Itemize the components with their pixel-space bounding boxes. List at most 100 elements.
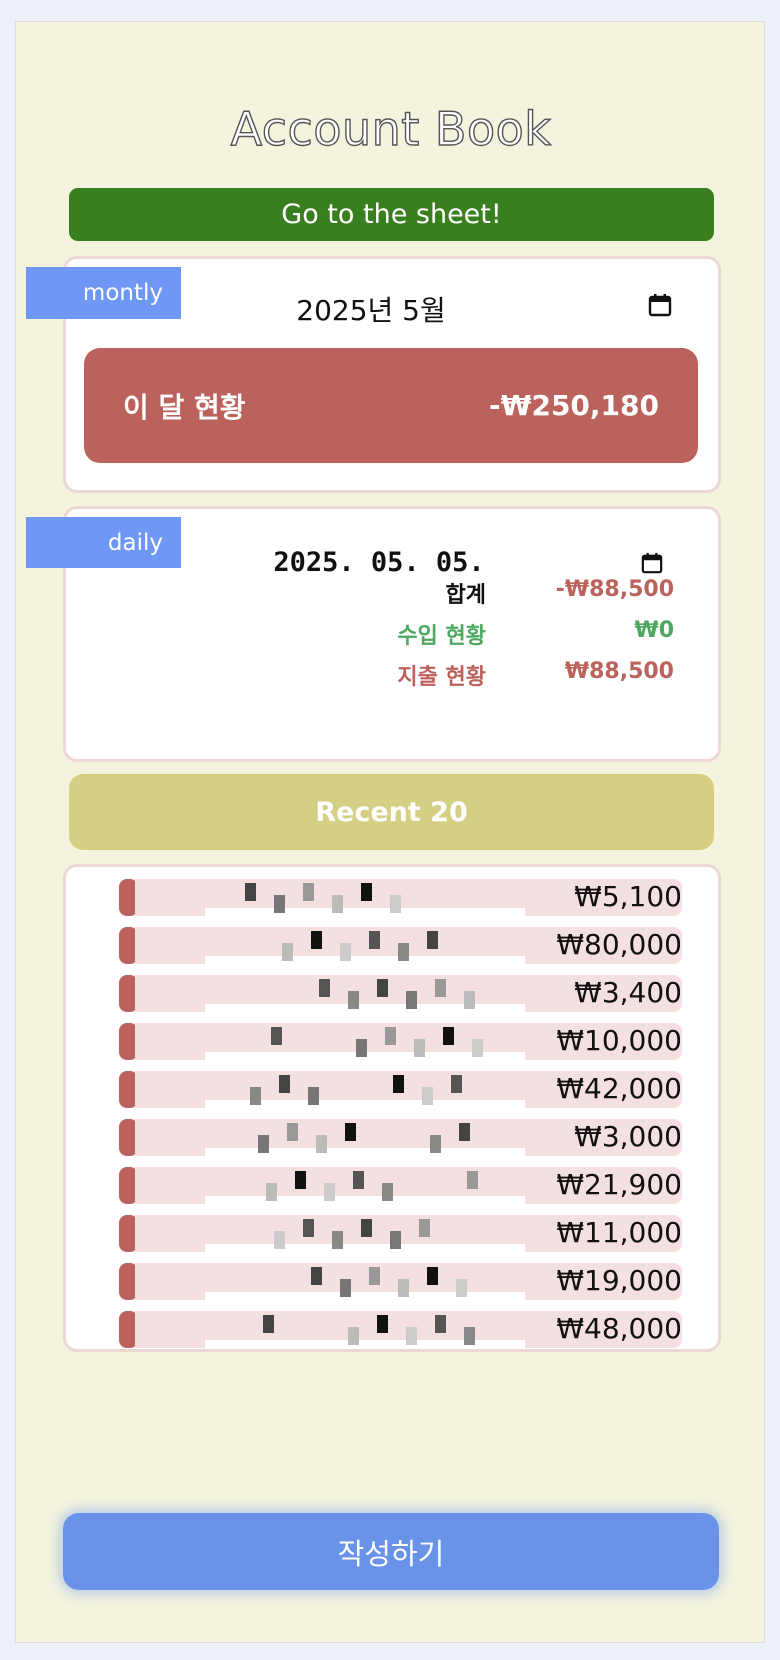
redacted-block xyxy=(319,979,330,997)
redacted-block xyxy=(348,1327,359,1345)
list-item-amount: ₩11,000 xyxy=(556,1216,682,1249)
list-item-amount: ₩3,400 xyxy=(574,976,682,1009)
redacted-block xyxy=(340,1279,351,1297)
daily-expense-label: 지출 현황 xyxy=(397,665,486,690)
redacted-block xyxy=(443,1027,454,1045)
redacted-block xyxy=(274,895,285,913)
recent-list: ₩5,100 ₩80,000 ₩3,400 ₩10,000 ₩42,000 ₩3,000 ₩… xyxy=(63,864,721,1352)
list-item[interactable]: ₩42,000 xyxy=(119,1071,682,1108)
daily-income-value: ₩0 xyxy=(634,618,674,643)
redacted-block xyxy=(279,1075,290,1093)
daily-tag: daily xyxy=(26,517,181,568)
redacted-block xyxy=(382,1183,393,1201)
redacted-block xyxy=(345,1123,356,1141)
redacted-block xyxy=(435,979,446,997)
redacted-block xyxy=(419,1219,430,1237)
redacted-block xyxy=(295,1171,306,1189)
redacted-block xyxy=(406,991,417,1009)
redacted-block xyxy=(385,1027,396,1045)
list-item[interactable]: ₩10,000 xyxy=(119,1023,682,1060)
redacted-block xyxy=(456,1279,467,1297)
daily-expense-value: ₩88,500 xyxy=(564,659,674,684)
list-item[interactable]: ₩21,900 xyxy=(119,1167,682,1204)
redacted-strip xyxy=(205,1340,525,1348)
redacted-strip xyxy=(205,1004,525,1012)
monthly-tag: montly xyxy=(26,267,181,319)
daily-total-label: 합계 xyxy=(445,583,486,608)
redacted-block xyxy=(332,1231,343,1249)
redacted-block xyxy=(472,1039,483,1057)
calendar-icon[interactable] xyxy=(648,293,672,317)
redacted-strip xyxy=(205,1196,525,1204)
redacted-block xyxy=(398,943,409,961)
redacted-block xyxy=(316,1135,327,1153)
redacted-block xyxy=(340,943,351,961)
list-item[interactable]: ₩3,000 xyxy=(119,1119,682,1156)
redacted-block xyxy=(258,1135,269,1153)
list-item-amount: ₩48,000 xyxy=(556,1312,682,1345)
calendar-icon[interactable] xyxy=(641,552,663,574)
redacted-block xyxy=(324,1183,335,1201)
recent-header[interactable]: Recent 20 xyxy=(69,774,714,850)
daily-total-value: -₩88,500 xyxy=(555,577,674,602)
redacted-block xyxy=(250,1087,261,1105)
redacted-block xyxy=(459,1123,470,1141)
list-item-amount: ₩19,000 xyxy=(556,1264,682,1297)
redacted-block xyxy=(311,931,322,949)
redacted-block xyxy=(390,1231,401,1249)
redacted-block xyxy=(245,883,256,901)
list-item[interactable]: ₩19,000 xyxy=(119,1263,682,1300)
redacted-block xyxy=(464,991,475,1009)
redacted-block xyxy=(356,1039,367,1057)
redacted-block xyxy=(406,1327,417,1345)
redacted-strip xyxy=(205,1244,525,1252)
app-frame: Account Book Go to the sheet! montly 202… xyxy=(15,21,765,1643)
redacted-block xyxy=(287,1123,298,1141)
redacted-block xyxy=(393,1075,404,1093)
list-item[interactable]: ₩3,400 xyxy=(119,975,682,1012)
list-item-amount: ₩3,000 xyxy=(574,1120,682,1153)
redacted-block xyxy=(390,895,401,913)
redacted-block xyxy=(271,1027,282,1045)
list-item[interactable]: ₩5,100 xyxy=(119,879,682,916)
daily-income-label: 수입 현황 xyxy=(397,624,486,649)
redacted-block xyxy=(303,883,314,901)
monthly-status-box: 이 달 현황 -₩250,180 xyxy=(84,348,698,463)
redacted-block xyxy=(369,1267,380,1285)
write-button[interactable]: 작성하기 xyxy=(63,1513,719,1590)
month-picker-value[interactable]: 2025년 5월 xyxy=(271,289,471,329)
list-item-amount: ₩21,900 xyxy=(556,1168,682,1201)
go-to-sheet-button[interactable]: Go to the sheet! xyxy=(69,188,714,241)
list-item[interactable]: ₩80,000 xyxy=(119,927,682,964)
redacted-block xyxy=(311,1267,322,1285)
redacted-block xyxy=(282,943,293,961)
redacted-block xyxy=(332,895,343,913)
redacted-block xyxy=(464,1327,475,1345)
redacted-block xyxy=(427,1267,438,1285)
list-item-amount: ₩10,000 xyxy=(556,1024,682,1057)
list-item-amount: ₩42,000 xyxy=(556,1072,682,1105)
redacted-block xyxy=(377,979,388,997)
redacted-block xyxy=(361,1219,372,1237)
redacted-block xyxy=(414,1039,425,1057)
list-item-amount: ₩5,100 xyxy=(574,880,682,913)
redacted-strip xyxy=(205,1148,525,1156)
list-item[interactable]: ₩48,000 xyxy=(119,1311,682,1348)
redacted-block xyxy=(308,1087,319,1105)
redacted-block xyxy=(377,1315,388,1333)
page-title: Account Book xyxy=(230,101,552,156)
redacted-block xyxy=(303,1219,314,1237)
redacted-block xyxy=(435,1315,446,1333)
monthly-status-label: 이 달 현황 xyxy=(123,390,246,424)
list-item-amount: ₩80,000 xyxy=(556,928,682,961)
redacted-block xyxy=(451,1075,462,1093)
redacted-block xyxy=(398,1279,409,1297)
date-picker-value[interactable]: 2025. 05. 05. xyxy=(269,547,489,578)
redacted-block xyxy=(266,1183,277,1201)
redacted-block xyxy=(422,1087,433,1105)
redacted-strip xyxy=(205,908,525,916)
redacted-block xyxy=(274,1231,285,1249)
redacted-strip xyxy=(205,1292,525,1300)
list-item[interactable]: ₩11,000 xyxy=(119,1215,682,1252)
redacted-block xyxy=(353,1171,364,1189)
